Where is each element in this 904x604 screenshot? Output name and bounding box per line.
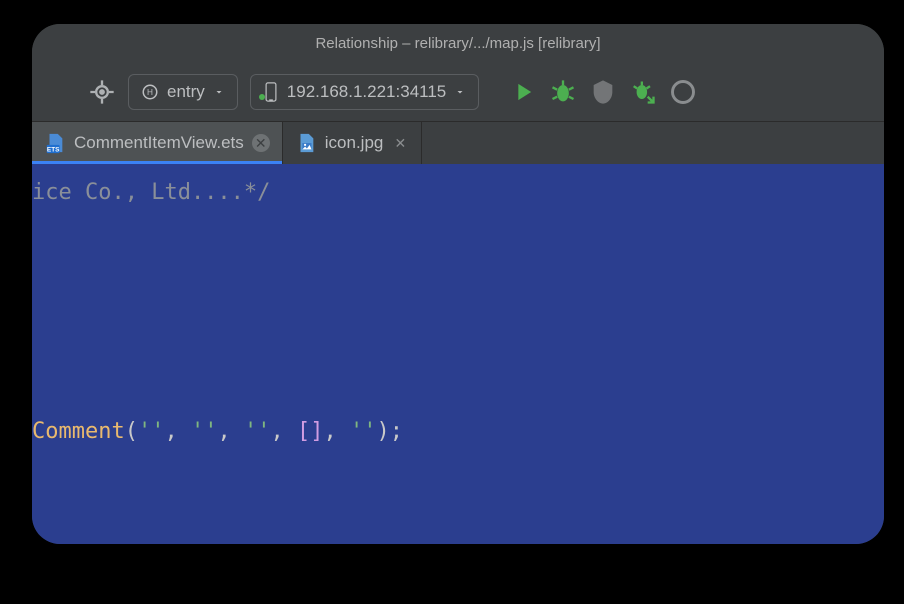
tab-label: icon.jpg [325, 133, 384, 153]
profiler-button[interactable] [589, 78, 617, 106]
locate-icon[interactable] [88, 78, 116, 106]
run-config-label: entry [167, 82, 205, 102]
image-file-icon [295, 132, 317, 154]
editor-tabbar: ETS CommentItemView.ets ✕ icon.jpg ✕ [32, 122, 884, 164]
run-config-selector[interactable]: H entry [128, 74, 238, 110]
window-title: Relationship – relibrary/.../map.js [rel… [315, 35, 600, 52]
device-label: 192.168.1.221:34115 [287, 82, 446, 102]
harmony-icon: H [141, 83, 159, 101]
svg-text:H: H [147, 88, 153, 97]
phone-icon [263, 81, 279, 103]
toolbar: H entry 192.168.1.221:34115 [32, 62, 884, 122]
close-tab-icon[interactable]: ✕ [252, 134, 270, 152]
code-line [32, 278, 884, 312]
ets-file-icon: ETS [44, 132, 66, 154]
code-editor[interactable]: ice Co., Ltd....*/ Comment('', '', '', [… [32, 164, 884, 544]
code-line [32, 381, 884, 415]
chevron-down-icon [213, 86, 225, 98]
close-tab-icon[interactable]: ✕ [391, 134, 409, 152]
tab-commentitemview[interactable]: ETS CommentItemView.ets ✕ [32, 122, 283, 164]
code-line: Comment('', '', '', [], ''); [32, 415, 884, 449]
ide-window: Relationship – relibrary/.../map.js [rel… [32, 24, 884, 544]
code-line [32, 210, 884, 244]
svg-text:ETS: ETS [47, 146, 60, 153]
stop-button[interactable] [669, 78, 697, 106]
tab-icon-jpg[interactable]: icon.jpg ✕ [283, 122, 423, 164]
attach-debugger-button[interactable] [629, 78, 657, 106]
run-button[interactable] [509, 78, 537, 106]
device-status-dot [259, 94, 265, 100]
code-line: ice Co., Ltd....*/ [32, 176, 884, 210]
code-line [32, 244, 884, 278]
code-line [32, 346, 884, 380]
code-line [32, 312, 884, 346]
chevron-down-icon [454, 86, 466, 98]
debug-button[interactable] [549, 78, 577, 106]
device-selector[interactable]: 192.168.1.221:34115 [250, 74, 479, 110]
tab-label: CommentItemView.ets [74, 133, 244, 153]
titlebar: Relationship – relibrary/.../map.js [rel… [32, 24, 884, 62]
